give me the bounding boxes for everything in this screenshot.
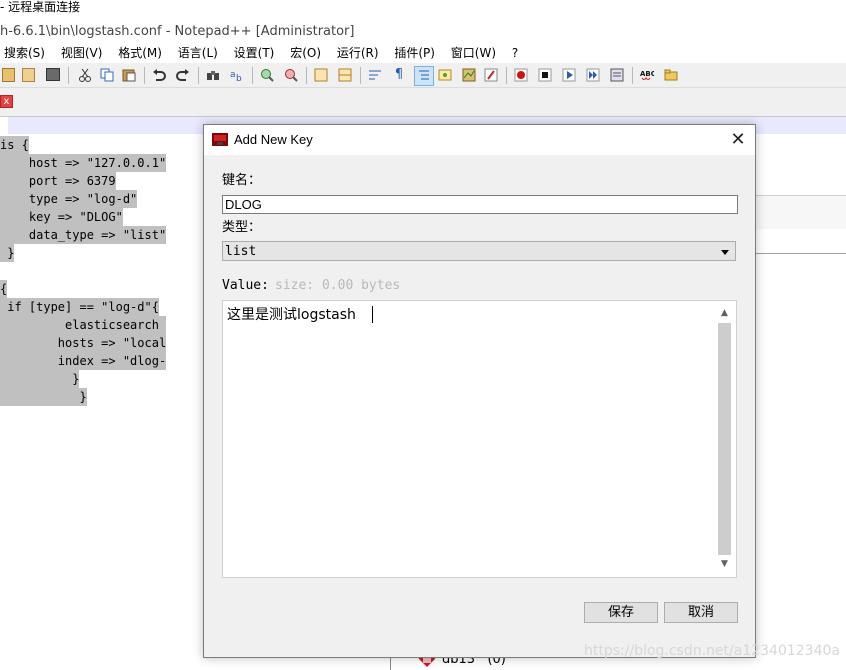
code-line: is {	[0, 136, 29, 154]
value-textarea[interactable]: 这里是测试logstash ▲ ▼	[222, 300, 737, 578]
vertical-scrollbar[interactable]: ▲ ▼	[717, 306, 732, 572]
background-panel	[755, 229, 846, 254]
scroll-thumb[interactable]	[718, 323, 731, 555]
notepad-menubar: 搜索(S) 视图(V) 格式(M) 语言(L) 设置(T) 宏(O) 运行(R)…	[0, 44, 846, 63]
redo-icon[interactable]	[176, 68, 190, 82]
type-label: 类型：	[222, 220, 262, 235]
toolbar-separator	[360, 67, 361, 84]
toolbar-separator	[506, 67, 507, 84]
svg-text:ABC: ABC	[640, 70, 654, 78]
code-line: elasticsearch	[0, 316, 167, 334]
type-select[interactable]: list	[222, 241, 736, 261]
scroll-down-icon[interactable]: ▼	[717, 557, 732, 572]
indent-guide-icon[interactable]	[414, 66, 434, 86]
value-size-label: size: 0.00 bytes	[275, 278, 401, 293]
menu-search[interactable]: 搜索(S)	[4, 44, 45, 63]
add-new-key-dialog: Add New Key ✕ 键名： DLOG 类型： list Value: s…	[203, 124, 756, 658]
value-label: Value:	[222, 278, 269, 293]
run-macro-multiple-icon[interactable]	[586, 68, 600, 82]
toolbar-separator	[198, 67, 199, 84]
dialog-title: Add New Key	[234, 132, 313, 147]
word-wrap-icon[interactable]	[368, 68, 382, 82]
close-file-icon[interactable]	[22, 68, 35, 82]
menu-format[interactable]: 格式(M)	[118, 44, 162, 63]
sync-horizontal-icon[interactable]	[338, 68, 352, 82]
save-button[interactable]: 保存	[584, 602, 658, 623]
zoom-out-icon[interactable]	[284, 68, 298, 82]
cut-icon[interactable]	[78, 68, 92, 82]
key-name-label: 键名：	[222, 173, 262, 188]
code-line: }	[0, 370, 80, 388]
stop-macro-icon[interactable]	[538, 68, 552, 82]
menu-language[interactable]: 语言(L)	[178, 44, 218, 63]
function-list-icon[interactable]	[484, 68, 498, 82]
code-line: index => "dlog-	[0, 352, 167, 370]
remote-desktop-title: - 远程桌面连接	[0, 0, 846, 16]
code-line: data_type => "list"	[0, 226, 167, 244]
tab-close-icon[interactable]: x	[0, 95, 13, 108]
code-line: key => "DLOG"	[0, 208, 123, 226]
code-line: type => "log-d"	[0, 190, 138, 208]
code-line: }	[0, 388, 87, 406]
open-file-icon[interactable]	[2, 68, 15, 82]
spell-check-icon[interactable]: ABC	[640, 68, 656, 82]
play-macro-icon[interactable]	[562, 68, 576, 82]
code-line: if [type] == "log-d"{	[0, 298, 159, 316]
zoom-in-icon[interactable]	[260, 68, 274, 82]
close-icon[interactable]: ✕	[726, 128, 750, 152]
redis-app-icon	[212, 133, 228, 146]
notepad-toolbar: ab ¶ ABC	[0, 63, 846, 88]
dialog-titlebar[interactable]: Add New Key ✕	[204, 125, 755, 155]
watermark: https://blog.csdn.net/a1234012340a	[584, 643, 840, 659]
cancel-button[interactable]: 取消	[664, 602, 738, 623]
paste-icon[interactable]	[122, 68, 136, 82]
show-all-characters-icon[interactable]: ¶	[392, 68, 406, 82]
code-line: port => 6379	[0, 172, 116, 190]
toolbar-separator	[632, 67, 633, 84]
scroll-up-icon[interactable]: ▲	[717, 306, 732, 321]
toolbar-separator	[306, 67, 307, 84]
notepad-window-title: h-6.6.1\bin\logstash.conf - Notepad++ [A…	[0, 22, 846, 42]
type-select-value: list	[225, 244, 257, 259]
folder-icon[interactable]	[664, 68, 678, 82]
toolbar-separator	[144, 67, 145, 84]
replace-icon[interactable]: ab	[230, 68, 244, 84]
code-line: host => "127.0.0.1"	[0, 154, 167, 172]
undo-icon[interactable]	[152, 68, 166, 82]
sync-vertical-icon[interactable]	[314, 68, 328, 82]
notepad-tabbar: x	[0, 88, 846, 117]
menu-view[interactable]: 视图(V)	[61, 44, 103, 63]
code-line: }	[0, 244, 15, 262]
menu-help[interactable]: ?	[512, 44, 518, 63]
save-macro-icon[interactable]	[610, 68, 624, 82]
menu-window[interactable]: 窗口(W)	[451, 44, 496, 63]
chevron-down-icon	[721, 250, 729, 255]
find-icon[interactable]	[206, 68, 220, 82]
toolbar-separator	[68, 67, 69, 84]
copy-icon[interactable]	[100, 68, 114, 82]
code-line: {	[0, 280, 8, 298]
print-icon[interactable]	[46, 68, 60, 81]
menu-macro[interactable]: 宏(O)	[290, 44, 321, 63]
value-text: 这里是测试logstash	[227, 307, 356, 323]
menu-plugins[interactable]: 插件(P)	[394, 44, 435, 63]
document-map-icon[interactable]	[462, 68, 476, 82]
toolbar-separator	[252, 67, 253, 84]
svg-text:b: b	[236, 74, 242, 82]
menu-run[interactable]: 运行(R)	[337, 44, 379, 63]
user-defined-dialogue-icon[interactable]	[438, 68, 452, 82]
background-panel	[755, 195, 846, 231]
key-name-input[interactable]: DLOG	[222, 195, 738, 214]
code-line: hosts => "local	[0, 334, 167, 352]
text-caret	[372, 306, 373, 323]
svg-text:a: a	[230, 70, 236, 80]
record-macro-icon[interactable]	[514, 68, 528, 82]
menu-settings[interactable]: 设置(T)	[234, 44, 275, 63]
